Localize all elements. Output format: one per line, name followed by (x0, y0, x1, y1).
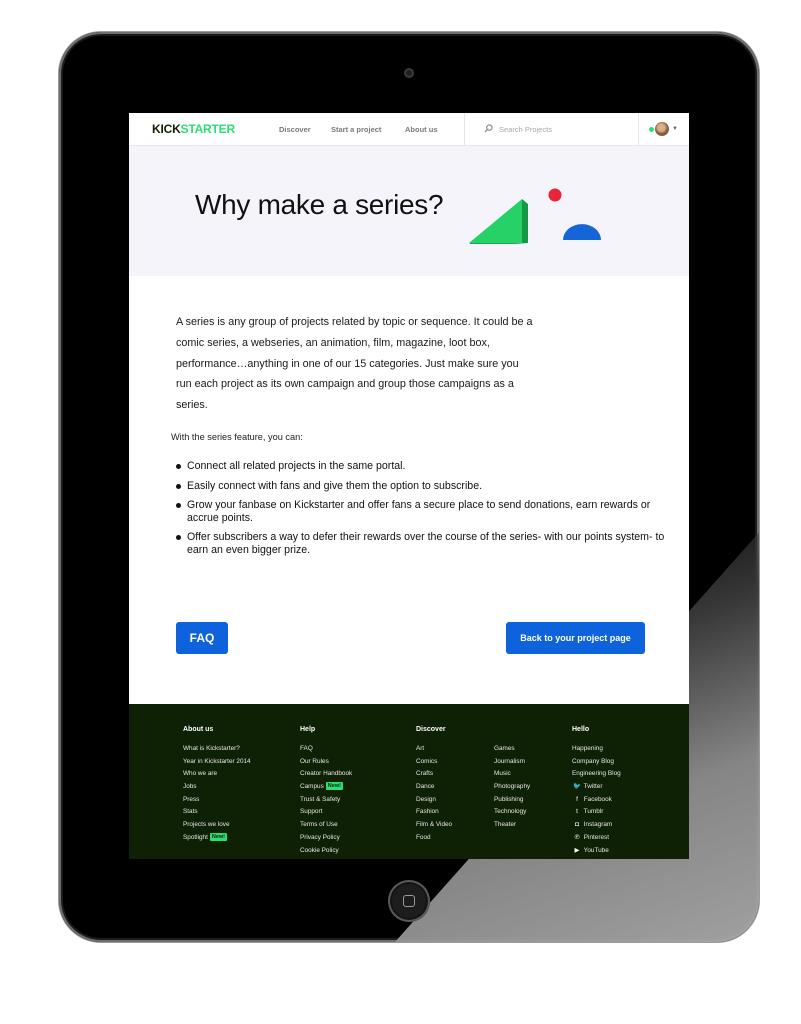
footer-link[interactable]: Projects we love (183, 819, 251, 832)
footer-heading-about: About us (183, 726, 214, 733)
footer-link-label: Twitter (583, 783, 603, 791)
footer-link[interactable]: Company Blog (572, 756, 621, 769)
footer-link-label: Instagram (583, 821, 613, 829)
footer-link-label: Pinterest (583, 833, 610, 841)
footer-link-label: Tumblr (583, 808, 604, 816)
footer-link-label: YouTube (583, 846, 609, 854)
youtube-icon: ▶ (574, 846, 580, 854)
list-item: Easily connect with fans and give them t… (176, 480, 674, 493)
footer: About us What is Kickstarter? Year in Ki… (129, 704, 689, 859)
footer-hello-list: Happening Company Blog Engineering Blog … (572, 743, 621, 857)
tumblr-icon: t (576, 808, 578, 816)
features-lead-text: With the series feature, you can: (171, 432, 303, 442)
footer-link-campus[interactable]: Campus New! (300, 781, 352, 794)
footer-link[interactable]: Creator Handbook (300, 768, 352, 781)
chevron-down-icon[interactable]: ▼ (672, 126, 678, 132)
footer-link[interactable]: Dance (416, 781, 452, 794)
footer-link-spotlight[interactable]: Spotlight New! (183, 832, 251, 845)
intro-paragraph: A series is any group of projects relate… (176, 316, 533, 412)
camera-lens (404, 68, 414, 78)
hero-illustration (469, 188, 601, 244)
logo-text-starter: STARTER (180, 122, 236, 136)
list-item: Connect all related projects in the same… (176, 460, 674, 473)
footer-link[interactable]: FAQ (300, 743, 352, 756)
footer-link[interactable]: Theater (494, 819, 530, 832)
footer-link[interactable]: Games (494, 743, 530, 756)
footer-link[interactable]: Film & Video (416, 819, 452, 832)
footer-about-list: What is Kickstarter? Year in Kickstarter… (183, 743, 251, 845)
logo-text-kick: KICK (152, 122, 181, 136)
hero-banner: Why make a series? (129, 146, 689, 276)
footer-link[interactable]: Our Rules (300, 756, 352, 769)
footer-link[interactable]: Trust & Safety (300, 794, 352, 807)
footer-link[interactable]: Engineering Blog (572, 768, 621, 781)
nav-divider (464, 113, 465, 145)
footer-social-facebook[interactable]: f Facebook (572, 794, 621, 807)
search-input[interactable] (499, 121, 609, 137)
nav-link-start-project[interactable]: Start a project (331, 125, 381, 134)
screen: KICKSTARTER Discover Start a project Abo… (129, 113, 689, 859)
faq-button[interactable]: FAQ (176, 622, 228, 654)
footer-link[interactable]: Technology (494, 806, 530, 819)
footer-link-label: Facebook (583, 795, 612, 803)
footer-discover-list-2: Games Journalism Music Photography Publi… (494, 743, 530, 832)
avatar[interactable] (655, 122, 669, 136)
footer-heading-help: Help (300, 726, 316, 733)
facebook-icon: f (576, 795, 578, 803)
footer-link[interactable]: Year in Kickstarter 2014 (183, 756, 251, 769)
back-to-project-button[interactable]: Back to your project page (506, 622, 645, 654)
footer-help-list: FAQ Our Rules Creator Handbook Campus New… (300, 743, 352, 857)
footer-link[interactable]: Support (300, 806, 352, 819)
footer-social-instagram[interactable]: ◘ Instagram (572, 819, 621, 832)
footer-link[interactable]: Publishing (494, 794, 530, 807)
footer-social-twitter[interactable]: 🐦 Twitter (572, 781, 621, 794)
page-title: Why make a series? (195, 189, 444, 220)
features-list: Connect all related projects in the same… (176, 460, 674, 563)
new-badge: New! (325, 782, 343, 791)
footer-discover-list-1: Art Comics Crafts Dance Design Fashion F… (416, 743, 452, 845)
footer-link[interactable]: Music (494, 768, 530, 781)
footer-link[interactable]: Jobs (183, 781, 251, 794)
footer-heading-hello: Hello (572, 726, 590, 733)
footer-link[interactable]: Journalism (494, 756, 530, 769)
kickstarter-logo[interactable]: KICKSTARTER (152, 122, 235, 136)
home-square-icon (403, 895, 415, 907)
footer-link[interactable]: Terms of Use (300, 819, 352, 832)
nav-divider (638, 113, 639, 145)
pinterest-icon: ℗ (574, 833, 580, 841)
footer-link[interactable]: Photography (494, 781, 530, 794)
footer-heading-discover: Discover (416, 726, 446, 733)
footer-link[interactable]: Happening (572, 743, 621, 756)
footer-link-label: Spotlight (183, 833, 208, 841)
footer-link[interactable]: Press (183, 794, 251, 807)
footer-link[interactable]: Privacy Policy (300, 832, 352, 845)
footer-link[interactable]: What is Kickstarter? (183, 743, 251, 756)
footer-link[interactable]: Who we are (183, 768, 251, 781)
footer-link[interactable]: Stats (183, 806, 251, 819)
list-item: Offer subscribers a way to defer their r… (176, 531, 674, 556)
list-item: Grow your fanbase on Kickstarter and off… (176, 499, 674, 524)
footer-link[interactable]: Design (416, 794, 452, 807)
home-button[interactable] (388, 880, 430, 922)
twitter-icon: 🐦 (572, 783, 582, 791)
nav-link-about-us[interactable]: About us (405, 125, 438, 134)
footer-social-pinterest[interactable]: ℗ Pinterest (572, 832, 621, 845)
footer-link[interactable]: Crafts (416, 768, 452, 781)
nav-link-discover[interactable]: Discover (279, 125, 311, 134)
new-badge: New! (209, 833, 228, 842)
footer-link-label: Campus (300, 783, 324, 791)
footer-link[interactable]: Art (416, 743, 452, 756)
footer-link[interactable]: Food (416, 832, 452, 845)
footer-link[interactable]: Fashion (416, 806, 452, 819)
footer-link[interactable]: Cookie Policy (300, 845, 352, 858)
footer-link[interactable]: Comics (416, 756, 452, 769)
online-status-dot (649, 127, 654, 132)
instagram-icon: ◘ (575, 821, 579, 829)
footer-social-youtube[interactable]: ▶ YouTube (572, 845, 621, 858)
footer-social-tumblr[interactable]: t Tumblr (572, 806, 621, 819)
top-nav: KICKSTARTER Discover Start a project Abo… (129, 113, 689, 146)
search-icon[interactable] (484, 124, 493, 133)
